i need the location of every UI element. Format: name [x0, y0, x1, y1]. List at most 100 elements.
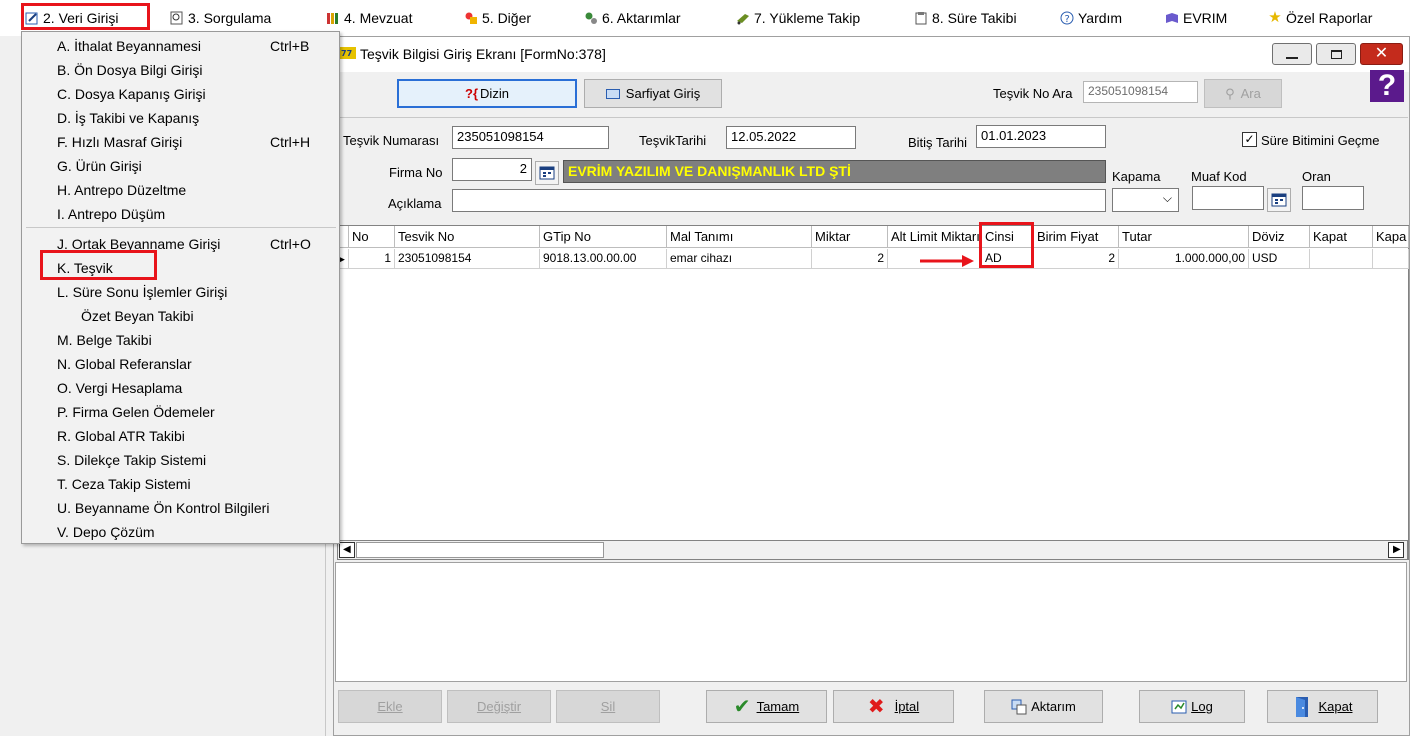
help-icon[interactable]: ? — [1370, 70, 1404, 102]
red-arrow-icon — [920, 255, 974, 267]
menu-evrim[interactable]: EVRIM — [1165, 5, 1227, 30]
menu-item-depo-cozum[interactable]: V. Depo Çözüm — [22, 520, 339, 544]
table-cell[interactable]: 9018.13.00.00.00 — [540, 249, 667, 269]
transfer-icon — [1011, 699, 1027, 714]
menu-item-dosya-kapanis[interactable]: C. Dosya Kapanış Girişi — [22, 82, 339, 106]
table-cell[interactable]: 23051098154 — [395, 249, 540, 269]
col-header[interactable]: Miktar — [812, 226, 888, 248]
menu-item-ozet-beyan[interactable]: Özet Beyan Takibi — [22, 304, 339, 328]
menu-item-is-takibi[interactable]: D. İş Takibi ve Kapanış — [22, 106, 339, 130]
menu-item-urun-girisi[interactable]: G. Ürün Girişi — [22, 154, 339, 178]
firma-lookup-button[interactable] — [535, 161, 559, 185]
menu-item-ithalat[interactable]: A. İthalat Beyannamesi Ctrl+B — [22, 34, 339, 58]
menu-item-firma-gelen-odemeler[interactable]: P. Firma Gelen Ödemeler — [22, 400, 339, 424]
maximize-button[interactable] — [1316, 43, 1356, 65]
menu-item-on-dosya[interactable]: B. Ön Dosya Bilgi Girişi — [22, 58, 339, 82]
col-header[interactable]: No — [349, 226, 395, 248]
ekle-button[interactable]: Ekle — [338, 690, 442, 723]
truck-icon — [736, 11, 750, 25]
oran-input[interactable] — [1302, 186, 1364, 210]
menu-ozel-raporlar[interactable]: ★ Özel Raporlar — [1268, 5, 1372, 30]
dizin-button[interactable]: ?{Dizin — [397, 79, 577, 108]
muaf-kod-input[interactable] — [1192, 186, 1264, 210]
table-cell[interactable]: USD — [1249, 249, 1310, 269]
door-icon — [1295, 696, 1308, 717]
tesvik-tarihi-input[interactable]: 12.05.2022 — [726, 126, 856, 149]
scroll-thumb[interactable] — [356, 542, 604, 558]
table-cell[interactable]: 1.000.000,00 — [1119, 249, 1249, 269]
tesvik-no-ara-label: Teşvik No Ara — [993, 86, 1073, 101]
table-cell[interactable] — [1310, 249, 1373, 269]
firma-no-input[interactable]: 2 — [452, 158, 532, 181]
sure-bitimi-checkbox[interactable]: ✓ — [1242, 132, 1257, 147]
sil-button[interactable]: Sil — [556, 690, 660, 723]
menu-yardim[interactable]: ? Yardım — [1060, 5, 1122, 30]
menu-item-antrepo-duzeltme[interactable]: H. Antrepo Düzeltme — [22, 178, 339, 202]
help-icon: ? — [1060, 11, 1074, 25]
bitis-tarihi-input[interactable]: 01.01.2023 — [976, 125, 1106, 148]
window-titlebar[interactable]: 77 Teşvik Bilgisi Giriş Ekranı [FormNo:3… — [334, 37, 1409, 72]
menu-item-antrepo-dusum[interactable]: I. Antrepo Düşüm — [22, 202, 339, 226]
highlight-veri-girisi — [21, 3, 150, 30]
table-cell[interactable]: 1 — [349, 249, 395, 269]
col-header[interactable]: Kapat — [1310, 226, 1373, 248]
muaf-kod-lookup-button[interactable] — [1267, 188, 1291, 212]
menu-item-vergi-hesaplama[interactable]: O. Vergi Hesaplama — [22, 376, 339, 400]
aciklama-input[interactable] — [452, 189, 1106, 212]
svg-text:77: 77 — [341, 49, 352, 58]
table-cell[interactable]: emar cihazı — [667, 249, 812, 269]
col-header[interactable]: GTip No — [540, 226, 667, 248]
scroll-left-button[interactable]: ◀ — [339, 542, 355, 558]
minimize-icon — [1286, 57, 1298, 59]
col-header[interactable]: Alt Limit Miktarı — [888, 226, 982, 248]
tesvik-numarasi-input[interactable]: 235051098154 — [452, 126, 609, 149]
maximize-icon — [1330, 49, 1342, 59]
ara-button[interactable]: ⚲ Ara — [1204, 79, 1282, 108]
close-window-button[interactable]: ✕ — [1360, 43, 1403, 65]
menu-sorgulama[interactable]: 3. Sorgulama — [170, 5, 271, 30]
sarfiyat-giris-button[interactable]: Sarfiyat Giriş — [584, 79, 722, 108]
menu-aktarimlar[interactable]: 6. Aktarımlar — [584, 5, 681, 30]
col-header[interactable]: Kapa — [1373, 226, 1409, 248]
iptal-button[interactable]: ✖ İptal — [833, 690, 954, 723]
menu-item-sure-sonu[interactable]: L. Süre Sonu İşlemler Girişi — [22, 280, 339, 304]
aktarim-button[interactable]: Aktarım — [984, 690, 1103, 723]
log-button[interactable]: Log — [1139, 690, 1245, 723]
toolbar-divider — [335, 117, 1408, 118]
menu-separator — [26, 227, 336, 228]
calendar-icon — [539, 166, 555, 180]
col-header[interactable]: Mal Tanımı — [667, 226, 812, 248]
table-cell[interactable]: 2 — [812, 249, 888, 269]
col-header[interactable]: Tesvik No — [395, 226, 540, 248]
menu-item-hizli-masraf[interactable]: F. Hızlı Masraf Girişi Ctrl+H — [22, 130, 339, 154]
horizontal-scrollbar[interactable]: ◀ ▶ — [337, 540, 1408, 560]
menu-item-global-atr[interactable]: R. Global ATR Takibi — [22, 424, 339, 448]
kapama-label: Kapama — [1112, 169, 1161, 184]
menu-yukleme-takip[interactable]: 7. Yükleme Takip — [736, 5, 860, 30]
book-icon — [1165, 11, 1179, 25]
col-header[interactable]: Döviz — [1249, 226, 1310, 248]
table-cell[interactable] — [1373, 249, 1409, 269]
menu-item-belge-takibi[interactable]: M. Belge Takibi — [22, 328, 339, 352]
col-header[interactable]: Tutar — [1119, 226, 1249, 248]
menu-item-ceza-takip[interactable]: T. Ceza Takip Sistemi — [22, 472, 339, 496]
menu-mevzuat[interactable]: 4. Mevzuat — [326, 5, 412, 30]
scroll-right-button[interactable]: ▶ — [1388, 542, 1404, 558]
col-header[interactable]: Birim Fiyat — [1034, 226, 1119, 248]
menu-item-global-referanslar[interactable]: N. Global Referanslar — [22, 352, 339, 376]
menu-item-dilekce-takip[interactable]: S. Dilekçe Takip Sistemi — [22, 448, 339, 472]
aciklama-label: Açıklama — [388, 196, 442, 211]
window-title: Teşvik Bilgisi Giriş Ekranı [FormNo:378] — [360, 46, 606, 62]
kapama-select[interactable]: ⌵ — [1112, 188, 1179, 212]
minimize-button[interactable] — [1272, 43, 1312, 65]
tamam-button[interactable]: ✔ Tamam — [706, 690, 827, 723]
sure-bitimi-label: Süre Bitimini Geçme — [1261, 133, 1380, 148]
degistir-button[interactable]: Değiştir — [447, 690, 551, 723]
tesvik-no-ara-input[interactable]: 235051098154 — [1083, 81, 1198, 103]
menu-sure-takibi[interactable]: 8. Süre Takibi — [914, 5, 1017, 30]
search-document-icon — [170, 11, 184, 25]
menu-item-beyanname-on-kontrol[interactable]: U. Beyanname Ön Kontrol Bilgileri — [22, 496, 339, 520]
menu-diger[interactable]: 5. Diğer — [464, 5, 531, 30]
table-cell[interactable]: 2 — [1034, 249, 1119, 269]
kapat-button[interactable]: Kapat — [1267, 690, 1378, 723]
